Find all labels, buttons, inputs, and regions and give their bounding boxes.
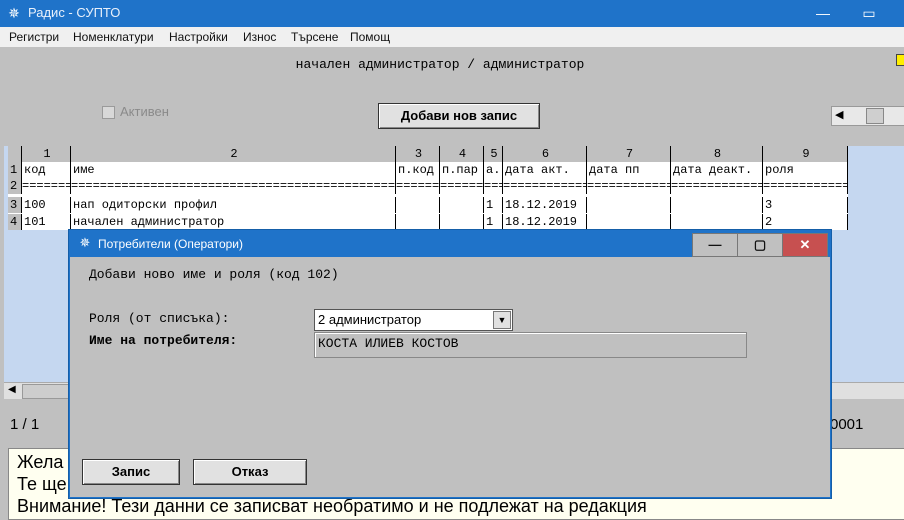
cancel-button[interactable]: Отказ	[193, 459, 307, 485]
chevron-down-icon[interactable]: ▼	[493, 311, 511, 329]
warning-message: Внимание! Тези данни се записват необрат…	[17, 496, 647, 516]
row-number: 4	[8, 214, 22, 230]
indicator-square	[896, 54, 904, 66]
table-cell[interactable]: 18.12.2019	[503, 214, 587, 230]
data-grid[interactable]: 1 2 3 4 5 6 7 8 9 1 код име п.код п.пар …	[8, 146, 848, 230]
row-number: 2	[8, 178, 22, 194]
table-cell[interactable]	[671, 197, 763, 213]
table-cell[interactable]	[440, 214, 484, 230]
close-button[interactable]: ✕	[782, 233, 828, 257]
record-counter: 1 / 1	[10, 416, 40, 433]
menu-item-wear[interactable]: Износ	[243, 30, 276, 44]
separator-cell: ========================================…	[671, 178, 763, 194]
horizontal-scrollbar[interactable]: ◀	[831, 106, 904, 126]
table-cell[interactable]: 101	[22, 214, 71, 230]
username-label: Име на потребителя:	[89, 333, 238, 348]
table-cell[interactable]: нап одиторски профил	[71, 197, 396, 213]
separator-cell: ========================================…	[440, 178, 484, 194]
scroll-thumb[interactable]	[866, 108, 884, 124]
col-number: 4	[440, 146, 484, 162]
scroll-left-arrow-icon[interactable]: ◀	[8, 384, 16, 395]
maximize-button[interactable]: ▢	[737, 233, 783, 257]
table-cell[interactable]	[396, 197, 440, 213]
minimize-button[interactable]: —	[800, 0, 846, 27]
col-number: 8	[671, 146, 763, 162]
status-code: 0001	[830, 416, 864, 433]
table-cell[interactable]: 2	[763, 214, 848, 230]
maximize-button[interactable]: ▭	[846, 0, 892, 27]
message-line: Те ще	[17, 474, 67, 494]
table-cell[interactable]: 100	[22, 197, 71, 213]
users-dialog: ✵ Потребители (Оператори) — ▢ ✕ Добави н…	[69, 230, 831, 498]
column-header-pcode[interactable]: п.код	[396, 162, 440, 178]
column-header-ppar[interactable]: п.пар	[440, 162, 484, 178]
scroll-left-arrow-icon[interactable]: ◀	[835, 108, 843, 121]
table-cell[interactable]	[440, 197, 484, 213]
title-bar: ✵ Радис - СУПТО — ▭	[0, 0, 904, 27]
menu-item-search[interactable]: Търсене	[291, 30, 338, 44]
table-cell[interactable]: начален администратор	[71, 214, 396, 230]
table-cell[interactable]	[396, 214, 440, 230]
table-cell[interactable]	[587, 197, 671, 213]
role-label: Роля (от списъка):	[89, 311, 230, 326]
username-input-value: КОСТА ИЛИЕВ КОСТОВ	[318, 336, 459, 351]
col-number: 6	[503, 146, 587, 162]
row-number: 1	[8, 162, 22, 178]
column-header-a[interactable]: а.	[484, 162, 503, 178]
table-cell[interactable]	[587, 214, 671, 230]
menu-item-nomenclatures[interactable]: Номенклатури	[73, 30, 154, 44]
dialog-title: Потребители (Оператори)	[98, 237, 243, 251]
menu-item-registers[interactable]: Регистри	[9, 30, 59, 44]
column-header-date-act[interactable]: дата акт.	[503, 162, 587, 178]
corner-cell	[8, 146, 22, 162]
snowflake-icon: ✵	[8, 5, 20, 21]
minimize-button[interactable]: —	[692, 233, 738, 257]
column-header-date-pp[interactable]: дата пп	[587, 162, 671, 178]
role-select-value: 2 администратор	[318, 312, 422, 327]
separator-cell: ========================================…	[71, 178, 396, 194]
table-cell[interactable]: 1	[484, 197, 503, 213]
column-header-code[interactable]: код	[22, 162, 71, 178]
col-number: 5	[484, 146, 503, 162]
col-number: 2	[71, 146, 396, 162]
separator-cell: ========================================…	[22, 178, 71, 194]
separator-cell: ========================================…	[587, 178, 671, 194]
session-header: начален администратор / администратор	[295, 57, 585, 72]
active-checkbox-label: Активен	[120, 104, 169, 119]
table-cell[interactable]	[671, 214, 763, 230]
menu-item-settings[interactable]: Настройки	[169, 30, 228, 44]
col-number: 7	[587, 146, 671, 162]
separator-cell: ========================================…	[484, 178, 503, 194]
username-input[interactable]: КОСТА ИЛИЕВ КОСТОВ	[314, 332, 747, 358]
col-number: 3	[396, 146, 440, 162]
column-header-date-deact[interactable]: дата деакт.	[671, 162, 763, 178]
separator-cell: ========================================…	[396, 178, 440, 194]
message-line: Жела	[17, 452, 64, 472]
table-cell[interactable]: 18.12.2019	[503, 197, 587, 213]
column-header-name[interactable]: име	[71, 162, 396, 178]
dialog-title-bar: ✵ Потребители (Оператори) — ▢ ✕	[70, 231, 830, 257]
snowflake-icon: ✵	[79, 235, 91, 250]
save-button[interactable]: Запис	[82, 459, 180, 485]
active-checkbox[interactable]	[102, 106, 115, 119]
separator-cell: ========================================…	[763, 178, 848, 194]
table-cell[interactable]: 1	[484, 214, 503, 230]
table-cell[interactable]: 3	[763, 197, 848, 213]
menu-item-help[interactable]: Помощ	[350, 30, 390, 44]
window-title: Радис - СУПТО	[28, 5, 121, 20]
separator-cell: ========================================…	[503, 178, 587, 194]
col-number: 9	[763, 146, 848, 162]
row-number: 3	[8, 197, 22, 213]
dialog-heading: Добави ново име и роля (код 102)	[89, 267, 339, 282]
role-select[interactable]: 2 администратор ▼	[314, 309, 513, 331]
column-header-role[interactable]: роля	[763, 162, 848, 178]
add-record-button[interactable]: Добави нов запис	[378, 103, 540, 129]
col-number: 1	[22, 146, 71, 162]
menu-bar: Регистри Номенклатури Настройки Износ Тъ…	[0, 27, 904, 47]
